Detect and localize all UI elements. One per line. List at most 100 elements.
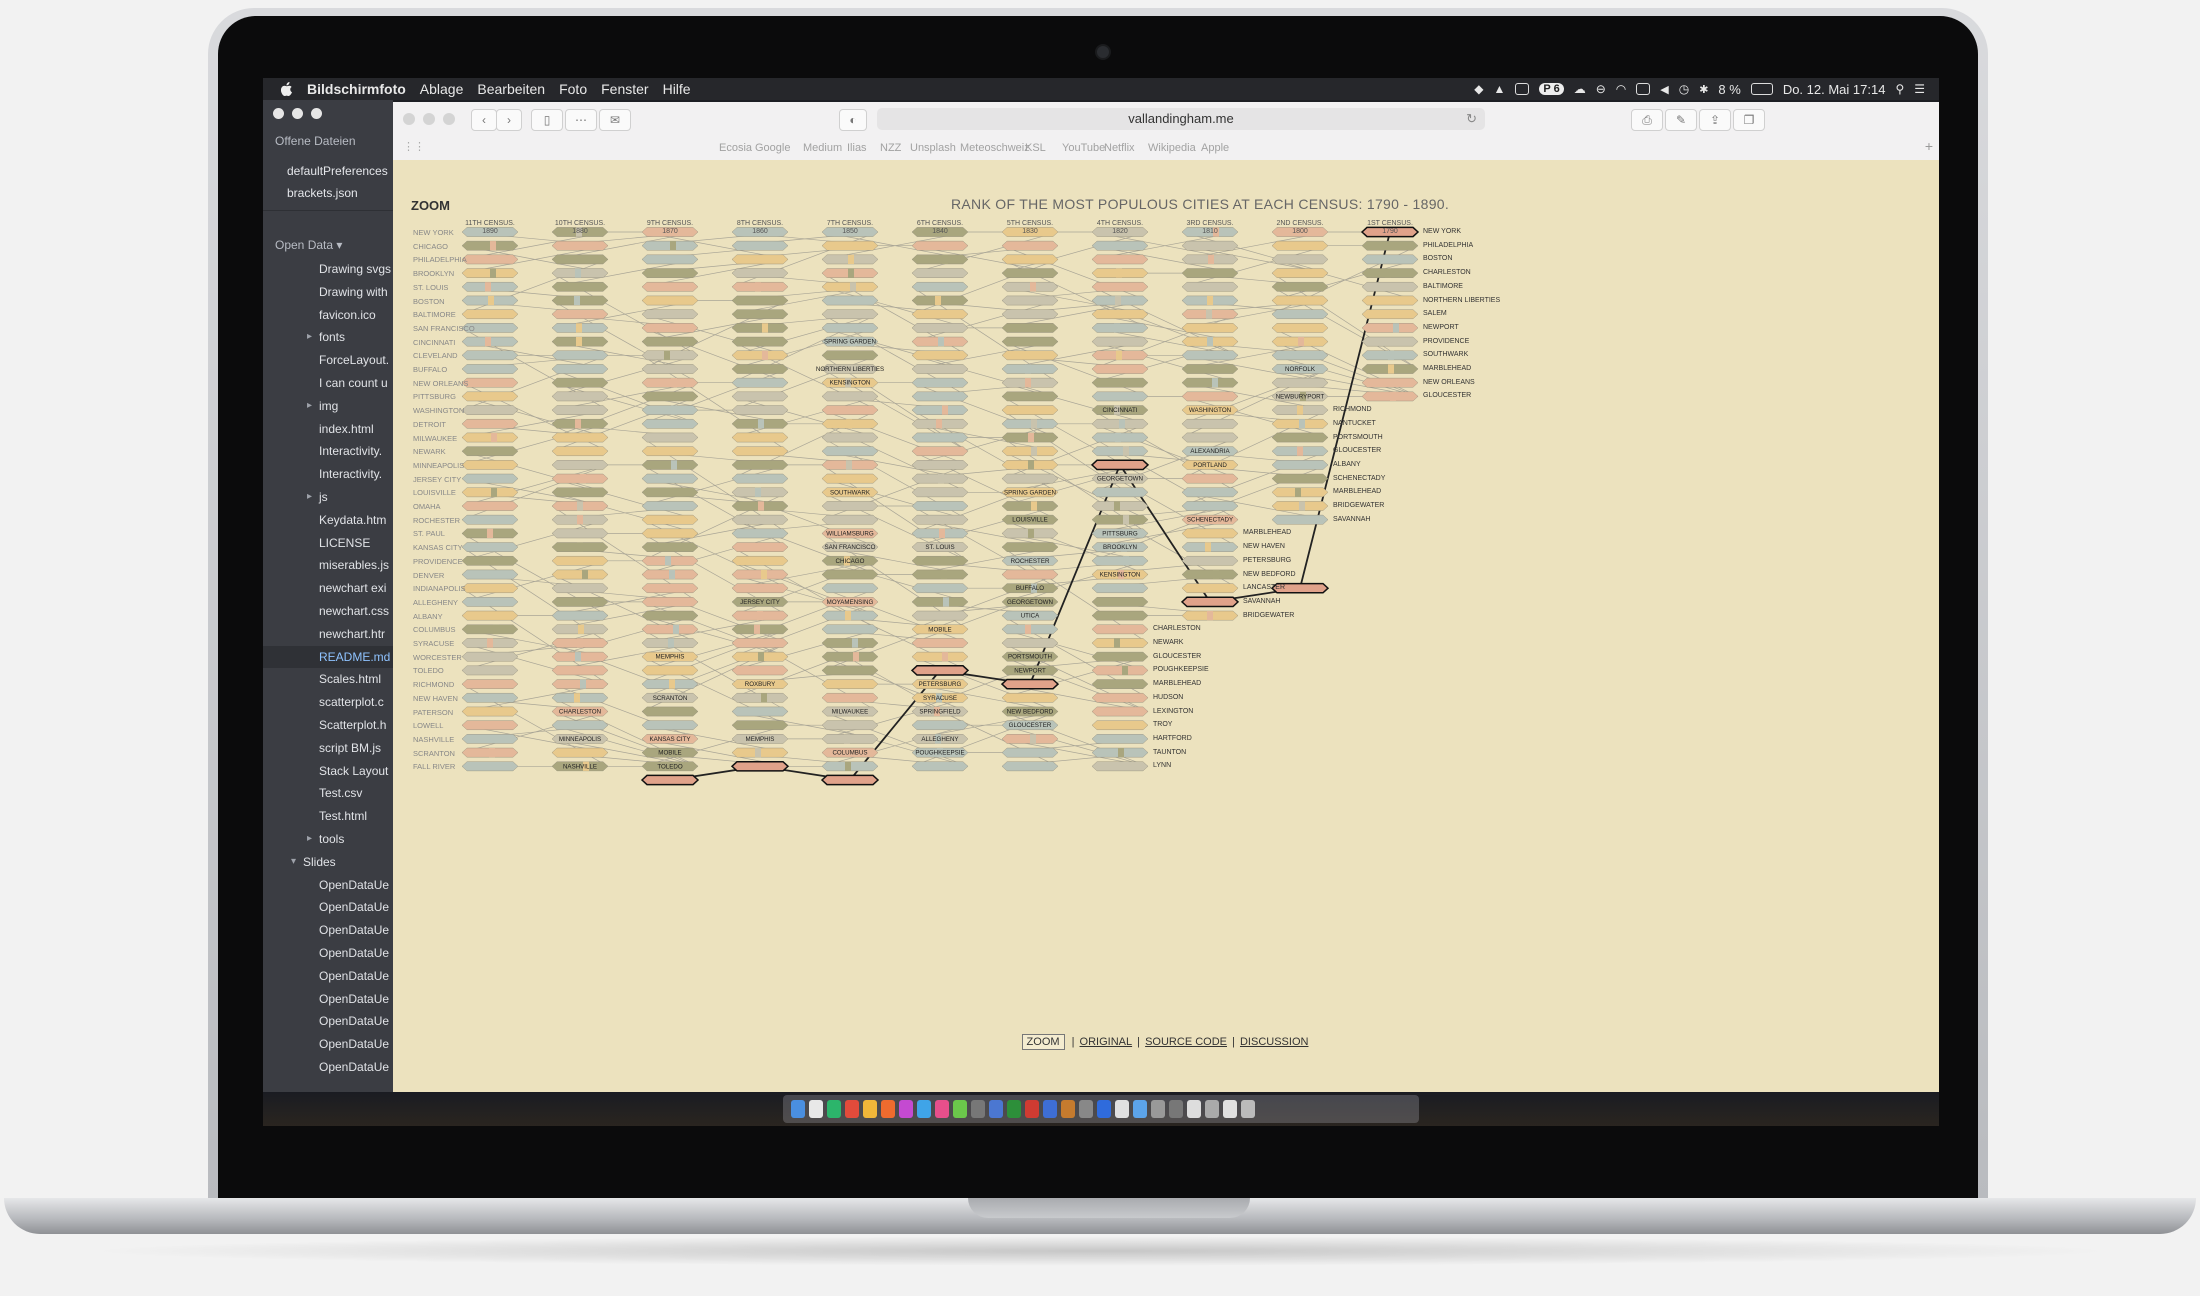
favorite-item[interactable]: Unsplash [910, 142, 956, 154]
file-tree-item[interactable]: Interactivity. [263, 440, 393, 463]
apple-icon[interactable] [281, 82, 293, 96]
city-shape[interactable] [1091, 597, 1149, 607]
city-shape[interactable] [461, 309, 519, 320]
city-shape[interactable] [641, 624, 699, 635]
city-shape[interactable] [641, 542, 699, 552]
city-shape[interactable] [1361, 336, 1419, 347]
city-label[interactable]: NEW YORK [413, 228, 454, 237]
city-label[interactable]: BRIDGEWATER [1243, 612, 1294, 619]
city-shape[interactable] [1271, 323, 1329, 333]
dock-app-icon[interactable] [1151, 1100, 1165, 1118]
city-shape[interactable] [731, 693, 789, 703]
city-label[interactable]: RICHMOND [413, 680, 454, 689]
city-shape[interactable] [911, 364, 969, 374]
city-shape[interactable] [731, 583, 789, 593]
city-shape[interactable] [461, 405, 519, 415]
dock-app-icon[interactable] [1043, 1100, 1057, 1118]
city-shape[interactable] [461, 487, 519, 498]
city-shape[interactable] [1001, 240, 1059, 251]
dock-app-icon[interactable] [899, 1100, 913, 1118]
city-shape[interactable] [1091, 720, 1149, 730]
city-shape[interactable] [731, 336, 789, 347]
city-label[interactable]: MARBLEHEAD [1333, 488, 1381, 495]
city-shape[interactable] [641, 665, 699, 676]
city-shape[interactable] [641, 281, 699, 292]
city-shape[interactable] [551, 460, 609, 470]
city-shape[interactable] [641, 323, 699, 333]
city-shape[interactable] [911, 487, 969, 498]
city-shape[interactable] [461, 651, 519, 662]
city-shape[interactable] [911, 597, 969, 607]
city-shape[interactable] [731, 377, 789, 388]
dock-app-icon[interactable] [1115, 1100, 1129, 1118]
city-label[interactable]: SAVANNAH [1333, 516, 1370, 523]
city-label[interactable]: MILWAUKEE [413, 434, 457, 443]
battery-icon[interactable] [1750, 83, 1773, 95]
city-shape[interactable] [1181, 268, 1239, 278]
dock-app-icon[interactable] [935, 1100, 949, 1118]
city-label[interactable]: NEW YORK [1423, 228, 1461, 235]
city-shape[interactable] [1361, 281, 1419, 292]
folder-tree-item[interactable]: js [263, 486, 393, 509]
city-shape[interactable] [731, 638, 789, 648]
dock-app-icon[interactable] [809, 1100, 823, 1118]
city-shape[interactable] [1001, 473, 1059, 484]
highlighted-city-shape[interactable] [1090, 459, 1150, 471]
city-shape[interactable] [821, 446, 879, 456]
city-shape[interactable] [1181, 487, 1239, 498]
city-shape[interactable] [641, 514, 699, 525]
time-machine-icon[interactable]: ◷ [1679, 82, 1689, 96]
city-shape[interactable] [461, 432, 519, 443]
city-shape[interactable] [641, 597, 699, 607]
city-label[interactable]: LYNN [1153, 762, 1171, 769]
city-shape[interactable] [731, 528, 789, 539]
favorite-item[interactable]: KSL [1025, 142, 1046, 154]
display-icon[interactable] [1636, 83, 1651, 95]
file-tree-item[interactable]: script BM.js [263, 737, 393, 760]
city-shape[interactable] [911, 720, 969, 730]
city-shape[interactable] [821, 350, 879, 361]
city-label[interactable]: BALTIMORE [1423, 283, 1463, 290]
city-shape[interactable] [641, 377, 699, 388]
city-label[interactable]: ST. LOUIS [413, 283, 448, 292]
favorite-item[interactable]: Ilias [847, 142, 867, 154]
dock-app-icon[interactable] [989, 1100, 1003, 1118]
highlighted-city-shape[interactable] [1180, 596, 1240, 608]
top-sites-icon[interactable]: ⋯ [565, 109, 597, 131]
file-tree-item[interactable]: scatterplot.c [263, 691, 393, 714]
city-shape[interactable] [1091, 665, 1149, 676]
highlighted-city-shape[interactable] [730, 760, 790, 772]
annotate-icon[interactable]: ✎ [1665, 109, 1697, 131]
city-shape[interactable] [1181, 528, 1239, 539]
city-shape[interactable] [821, 405, 879, 415]
menu-item-bearbeiten[interactable]: Bearbeiten [477, 81, 545, 97]
city-shape[interactable] [1001, 569, 1059, 580]
dock-app-icon[interactable] [1025, 1100, 1039, 1118]
menu-item-hilfe[interactable]: Hilfe [663, 81, 691, 97]
dock-app-icon[interactable] [863, 1100, 877, 1118]
city-shape[interactable] [731, 720, 789, 730]
city-label[interactable]: CHARLESTON [1153, 625, 1201, 632]
city-label[interactable]: JERSEY CITY [413, 475, 461, 484]
city-label[interactable]: TROY [1153, 721, 1172, 728]
dock-app-icon[interactable] [1169, 1100, 1183, 1118]
file-tree-item[interactable]: newchart exi [263, 577, 393, 600]
city-shape[interactable] [821, 665, 879, 676]
city-shape[interactable] [1091, 364, 1149, 374]
city-shape[interactable] [1001, 254, 1059, 265]
city-label[interactable]: PHILADELPHIA [413, 255, 467, 264]
city-shape[interactable] [551, 350, 609, 361]
city-shape[interactable] [1001, 295, 1059, 306]
city-shape[interactable] [911, 514, 969, 525]
file-tree-item[interactable]: OpenDataUe [263, 1010, 393, 1033]
minus-circle-icon[interactable]: ⊖ [1596, 82, 1606, 96]
dock-app-icon[interactable] [827, 1100, 841, 1118]
city-shape[interactable] [461, 364, 519, 374]
dock-app-icon[interactable] [791, 1100, 805, 1118]
file-tree-item[interactable]: LICENSE [263, 532, 393, 555]
city-shape[interactable] [821, 514, 879, 525]
battery-text[interactable]: 8 % [1718, 82, 1740, 97]
city-label[interactable]: LOUISVILLE [413, 488, 456, 497]
original-link[interactable]: ORIGINAL [1080, 1036, 1133, 1048]
city-label[interactable]: NEW ORLEANS [413, 379, 468, 388]
